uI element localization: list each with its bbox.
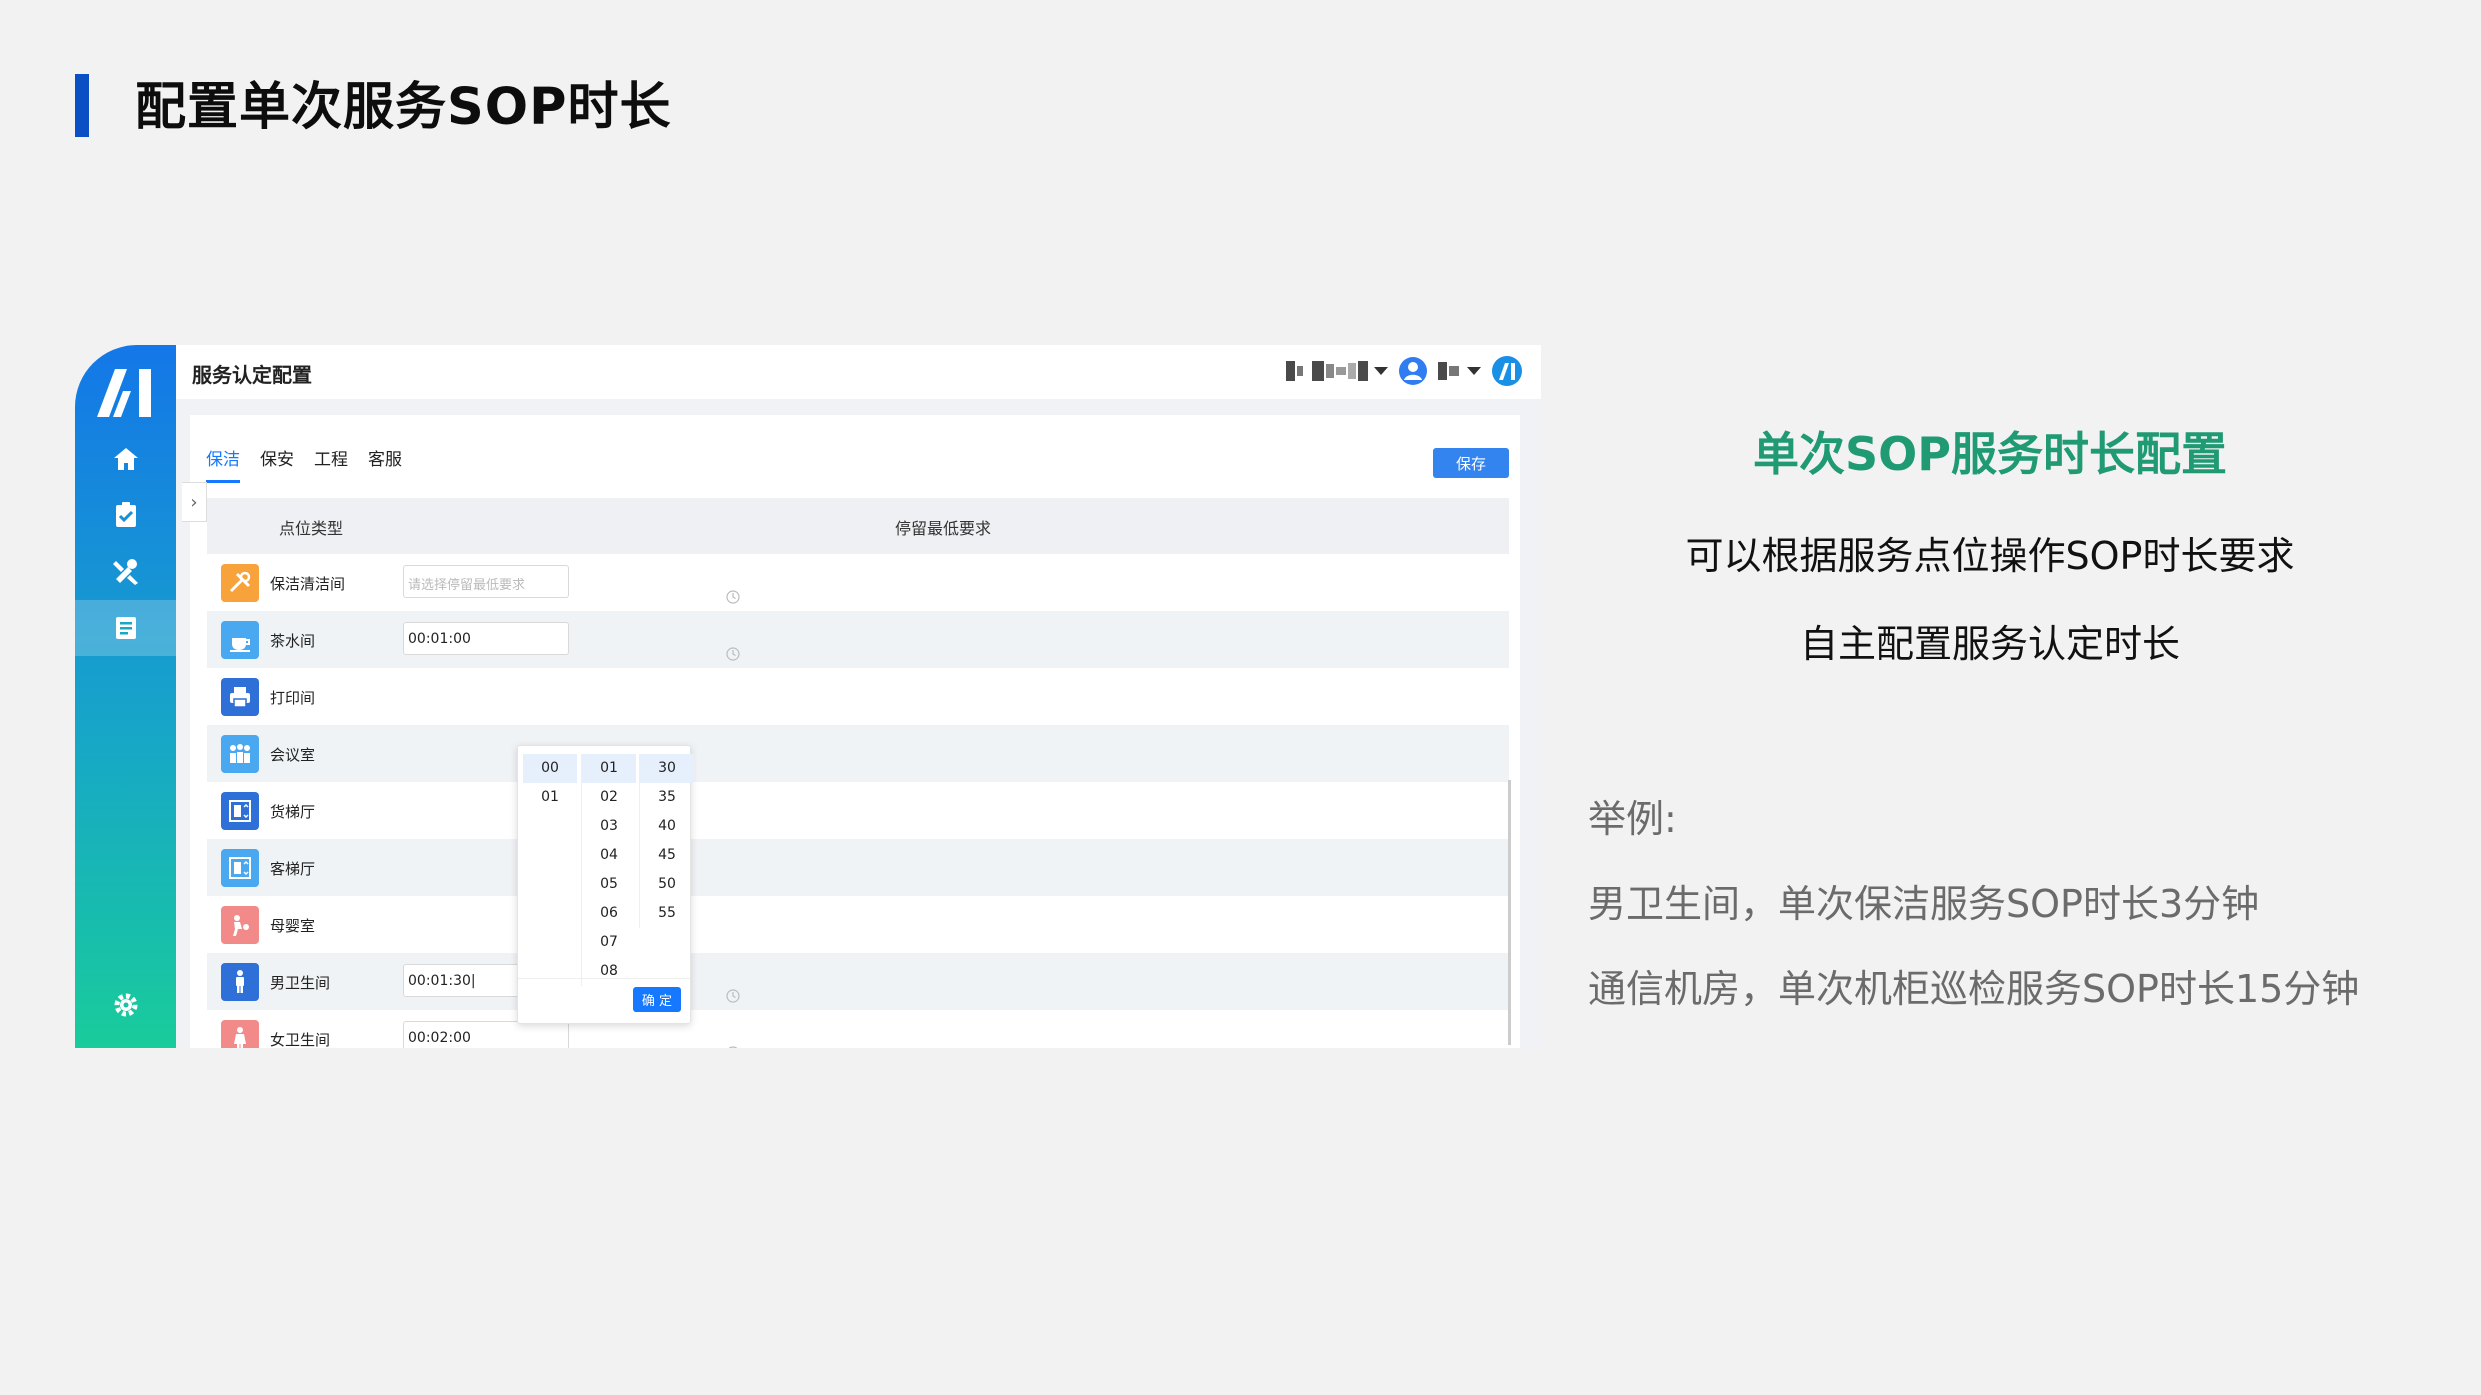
user-avatar-icon[interactable] [1398, 356, 1428, 386]
meeting-icon [221, 735, 259, 773]
clock-icon [726, 590, 740, 604]
row-label: 女卫生间 [270, 1031, 331, 1048]
sidebar-toggle-button[interactable]: › [182, 482, 207, 522]
scrollbar[interactable] [1508, 780, 1511, 1045]
example-item: 通信机房，单次机柜巡检服务SOP时长15分钟 [1588, 967, 2360, 1011]
sidebar-item-home[interactable] [75, 431, 176, 487]
user-menu[interactable] [1438, 362, 1481, 380]
cleaning-tools-icon [221, 564, 259, 602]
row-label: 客梯厅 [270, 860, 316, 878]
table-row: 货梯厅 [207, 782, 1509, 839]
cup-icon [221, 621, 259, 659]
minute-option[interactable]: 01 [582, 754, 636, 783]
clock-icon [726, 989, 740, 1003]
app-window: 服务认定配置 保洁 保安 工程 客服 › 保存 点位类型 停留最低要求 保洁清洁… [75, 345, 1541, 1048]
feature-title: 单次SOP服务时长配置 [1753, 427, 2227, 481]
minute-option[interactable]: 03 [582, 812, 636, 841]
document-list-icon [115, 617, 136, 639]
minute-option[interactable]: 07 [582, 928, 636, 957]
picker-footer: 确 定 [518, 978, 690, 1023]
table-row: 保洁清洁间 请选择停留最低要求 [207, 554, 1509, 611]
title-accent-bar [75, 74, 89, 137]
second-option[interactable]: 50 [640, 870, 694, 899]
chevron-right-icon: › [190, 491, 198, 513]
row-label: 会议室 [270, 746, 316, 764]
male-icon [221, 963, 259, 1001]
hour-option[interactable]: 01 [523, 783, 577, 812]
row-label: 茶水间 [270, 632, 316, 650]
second-option[interactable]: 45 [640, 841, 694, 870]
female-icon [221, 1020, 259, 1048]
row-label: 母婴室 [270, 917, 316, 935]
hour-column[interactable]: 00 01 [523, 754, 577, 812]
page-title: 服务认定配置 [192, 363, 312, 387]
minute-column[interactable]: 01 02 03 04 05 06 07 08 [581, 754, 636, 986]
chevron-down-icon [1374, 367, 1388, 375]
brand-logo-icon [1492, 356, 1522, 386]
printer-icon [221, 678, 259, 716]
row-label: 男卫生间 [270, 974, 331, 992]
minute-option[interactable]: 04 [582, 841, 636, 870]
tab-engineering[interactable]: 工程 [314, 445, 348, 483]
table-row: 茶水间 00:01:00 [207, 611, 1509, 668]
example-label: 举例: [1588, 797, 1677, 841]
clock-icon [728, 1046, 738, 1048]
minute-option[interactable]: 06 [582, 899, 636, 928]
table-row: 女卫生间 00:02:00 [207, 1010, 1509, 1048]
tools-icon [112, 559, 138, 585]
tab-customer-service[interactable]: 客服 [368, 445, 402, 483]
elevator-icon [221, 849, 259, 887]
column-header-requirement: 停留最低要求 [895, 519, 992, 538]
config-table: 点位类型 停留最低要求 保洁清洁间 请选择停留最低要求 茶水间 00:01:00 [207, 498, 1509, 1048]
table-row: 男卫生间 00:01:30| [207, 953, 1509, 1010]
sidebar-item-tasks[interactable] [75, 487, 176, 543]
table-row: 打印间 [207, 668, 1509, 725]
hour-option[interactable]: 00 [523, 754, 577, 783]
top-right-controls [1286, 355, 1523, 387]
elevator-icon [221, 792, 259, 830]
duration-input[interactable]: 00:02:00 [403, 1021, 569, 1048]
chevron-down-icon [1467, 367, 1481, 375]
duration-input[interactable]: 请选择停留最低要求 [403, 565, 569, 598]
tab-bar: 保洁 保安 工程 客服 [206, 445, 402, 483]
feature-description-line: 可以根据服务点位操作SOP时长要求 [1685, 534, 2295, 578]
task-check-icon [115, 502, 136, 527]
save-button[interactable]: 保存 [1433, 448, 1509, 478]
table-row: 母婴室 [207, 896, 1509, 953]
minute-option[interactable]: 02 [582, 783, 636, 812]
home-icon [113, 448, 138, 470]
top-bar: 服务认定配置 [176, 345, 1541, 399]
row-label: 打印间 [270, 689, 316, 707]
sidebar-item-tools[interactable] [75, 543, 176, 599]
example-item: 男卫生间，单次保洁服务SOP时长3分钟 [1588, 882, 2260, 926]
time-picker-dropdown: 00 01 01 02 03 04 05 06 07 08 30 35 40 4… [517, 745, 694, 1024]
sidebar [75, 345, 176, 1048]
confirm-button[interactable]: 确 定 [633, 987, 681, 1012]
table-header: 点位类型 停留最低要求 [207, 498, 1509, 554]
clock-icon [726, 647, 740, 661]
tab-cleaning[interactable]: 保洁 [206, 445, 240, 483]
feature-description-line: 自主配置服务认定时长 [1799, 622, 2180, 666]
org-selector[interactable] [1286, 361, 1388, 381]
table-row: 客梯厅 [207, 839, 1509, 896]
sidebar-item-config[interactable] [75, 600, 176, 656]
second-option[interactable]: 55 [640, 899, 694, 928]
table-row: 会议室 [207, 725, 1509, 782]
second-option[interactable]: 35 [640, 783, 694, 812]
app-logo-icon [97, 369, 151, 417]
second-option[interactable]: 30 [640, 754, 694, 783]
slide-title: 配置单次服务SOP时长 [135, 78, 672, 137]
tab-security[interactable]: 保安 [260, 445, 294, 483]
config-panel: 保洁 保安 工程 客服 › 保存 点位类型 停留最低要求 保洁清洁间 请选择停留… [182, 415, 1520, 1048]
column-header-type: 点位类型 [279, 519, 344, 538]
second-column[interactable]: 30 35 40 45 50 55 [639, 754, 694, 928]
sidebar-item-settings[interactable] [75, 977, 176, 1033]
row-label: 保洁清洁间 [270, 575, 346, 593]
minute-option[interactable]: 05 [582, 870, 636, 899]
duration-input[interactable]: 00:01:00 [403, 622, 569, 655]
row-label: 货梯厅 [270, 803, 316, 821]
second-option[interactable]: 40 [640, 812, 694, 841]
mother-baby-icon [221, 906, 259, 944]
gear-icon [114, 993, 137, 1017]
